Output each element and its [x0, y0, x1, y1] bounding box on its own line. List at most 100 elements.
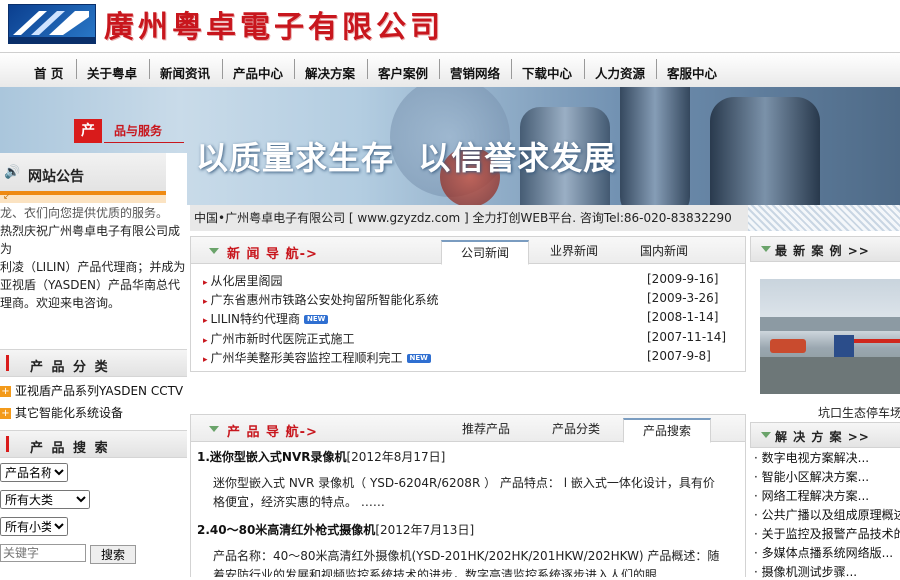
nav-products[interactable]: 产品中心 — [233, 63, 283, 82]
nav-separator — [584, 59, 585, 79]
categories-title: 产 品 分 类 — [30, 360, 110, 375]
tab-industry-news[interactable]: 业界新闻 — [531, 240, 617, 262]
nav-cases[interactable]: 客户案例 — [378, 63, 428, 82]
arrow-icon: ↙ — [3, 192, 11, 202]
product-description: 产品名称：40～80米高清红外摄像机(YSD-201HK/202HK/201HK… — [213, 549, 720, 577]
news-item[interactable]: ▸ 广州华美整形美容监控工程顺利完工 NEW — [203, 349, 431, 366]
nav-home[interactable]: 首 页 — [34, 63, 63, 82]
product-name[interactable]: 2.40～80米高清红外枪式摄像机 — [197, 523, 375, 537]
section-badge: 产 — [74, 119, 102, 143]
keyword-input[interactable] — [0, 544, 86, 562]
case-photo[interactable] — [760, 279, 900, 394]
search-button[interactable]: 搜索 — [90, 545, 136, 564]
nav-separator — [656, 59, 657, 79]
notice-header: 🔊 网站公告 — [0, 153, 166, 195]
news-item[interactable]: ▸ 从化居里阁园 — [203, 272, 283, 289]
news-item-title[interactable]: 从化居里阁园 — [211, 274, 283, 288]
speaker-icon: 🔊 — [4, 165, 21, 180]
category-label[interactable]: 其它智能化系统设备 — [15, 406, 123, 420]
solution-label[interactable]: 网络工程解决方案... — [762, 489, 869, 503]
notice-divider: ↙ — [0, 192, 166, 203]
solution-item[interactable]: · 智能小区解决方案... — [754, 468, 869, 485]
category-item[interactable]: + 其它智能化系统设备 — [0, 404, 123, 421]
small-class-select[interactable]: 所有小类 — [0, 517, 68, 536]
nav-separator — [511, 59, 512, 79]
solution-item[interactable]: · 摄像机测试步骤... — [754, 563, 857, 580]
products-title: 产 品 导 航-> — [227, 425, 318, 440]
news-item-title[interactable]: 广东省惠州市铁路公安处拘留所智能化系统 — [211, 293, 439, 307]
nav-separator — [294, 59, 295, 79]
photo-booth — [834, 335, 854, 357]
solution-item[interactable]: · 公共广播以及组成原理概述 — [754, 506, 900, 523]
cases-title: 最 新 案 例 >> — [775, 244, 870, 258]
solution-label[interactable]: 智能小区解决方案... — [762, 470, 869, 484]
product-item-title[interactable]: 1.迷你型嵌入式NVR录像机[2012年8月17日] — [197, 448, 445, 465]
notice-line: 利凌（LILIN）产品代理商；并成为 — [0, 260, 186, 274]
solution-label[interactable]: 多媒体点播系统网络版... — [762, 546, 893, 560]
tab-recommended[interactable]: 推荐产品 — [443, 418, 529, 440]
triangle-icon — [761, 246, 771, 252]
news-item-title[interactable]: 广州华美整形美容监控工程顺利完工 — [211, 351, 403, 365]
header-bar-icon — [6, 436, 9, 452]
category-label[interactable]: 亚视盾产品系列YASDEN CCTV — [15, 384, 183, 398]
news-title: 新 闻 导 航-> — [227, 247, 318, 262]
search-header: 产 品 搜 索 — [0, 430, 187, 458]
solution-label[interactable]: 数字电视方案解决... — [762, 451, 869, 465]
solution-item[interactable]: · 多媒体点播系统网络版... — [754, 544, 893, 561]
news-date: [2009-9-16] — [647, 272, 719, 286]
notice-line: 理商。欢迎来电咨询。 — [0, 296, 121, 310]
big-class-select[interactable]: 所有大类 — [0, 490, 90, 509]
company-name: 廣州粵卓電子有限公司 — [104, 10, 444, 45]
nav-separator — [367, 59, 368, 79]
product-name[interactable]: 1.迷你型嵌入式NVR录像机 — [197, 450, 346, 464]
tab-product-search[interactable]: 产品搜索 — [623, 418, 711, 443]
nav-about[interactable]: 关于粤卓 — [87, 63, 137, 82]
tab-domestic-news[interactable]: 国内新闻 — [621, 240, 707, 262]
solution-item[interactable]: · 网络工程解决方案... — [754, 487, 869, 504]
case-caption[interactable]: 坑口生态停车场 — [818, 404, 900, 421]
header-bar-icon — [6, 355, 9, 371]
solution-item[interactable]: · 关于监控及报警产品技术的 — [754, 525, 900, 542]
nav-downloads[interactable]: 下载中心 — [522, 63, 572, 82]
solution-label[interactable]: 公共广播以及组成原理概述 — [762, 508, 900, 522]
nav-separator — [439, 59, 440, 79]
news-panel-header: 新 闻 导 航-> 公司新闻 业界新闻 国内新闻 — [191, 237, 745, 265]
plus-icon: + — [0, 386, 11, 397]
news-item[interactable]: ▸ 广州市新时代医院正式施工 — [203, 330, 355, 347]
nav-news[interactable]: 新闻资讯 — [160, 63, 210, 82]
news-item-title[interactable]: 广州市新时代医院正式施工 — [211, 332, 355, 346]
solutions-header: 解 决 方 案 >> — [750, 422, 900, 448]
category-item[interactable]: + 亚视盾产品系列YASDEN CCTV — [0, 382, 183, 399]
product-date: [2012年8月17日] — [346, 450, 446, 464]
news-item[interactable]: ▸ LILIN特约代理商 NEW — [203, 310, 329, 327]
news-date: [2008-1-14] — [647, 310, 719, 324]
section-label: 品与服务 — [114, 124, 163, 138]
news-date: [2007-9-8] — [647, 349, 711, 363]
nav-hr[interactable]: 人力资源 — [595, 63, 645, 82]
nav-separator — [222, 59, 223, 79]
triangle-icon — [209, 426, 219, 432]
photo-ground — [760, 357, 900, 394]
news-item[interactable]: ▸ 广东省惠州市铁路公安处拘留所智能化系统 — [203, 291, 439, 308]
news-item-title[interactable]: LILIN特约代理商 — [211, 312, 300, 326]
stripe-decor — [748, 205, 900, 231]
company-logo[interactable] — [8, 4, 96, 44]
product-item-title[interactable]: 2.40～80米高清红外枪式摄像机[2012年7月13日] — [197, 521, 474, 538]
tab-company-news[interactable]: 公司新闻 — [441, 240, 529, 265]
nav-service[interactable]: 客服中心 — [667, 63, 717, 82]
search-field-select[interactable]: 产品名称 — [0, 463, 68, 482]
search-title: 产 品 搜 索 — [30, 441, 110, 456]
info-bar: 中国•广州粤卓电子有限公司 [ www.gzyzdz.com ] 全力打创WEB… — [190, 205, 750, 231]
notice-line: 亚视盾（YASDEN）产品华南总代 — [0, 278, 181, 292]
tab-product-categories[interactable]: 产品分类 — [533, 418, 619, 440]
section-underline — [104, 142, 184, 143]
banner-slogan: 以质量求生存 以信誉求发展 — [196, 139, 617, 177]
news-panel: 新 闻 导 航-> 公司新闻 业界新闻 国内新闻 ▸ 从化居里阁园 [2009-9… — [190, 236, 746, 372]
solution-label[interactable]: 关于监控及报警产品技术的 — [762, 527, 900, 541]
photo-barrier — [854, 339, 900, 343]
solution-label[interactable]: 摄像机测试步骤... — [762, 565, 857, 579]
nav-solutions[interactable]: 解决方案 — [305, 63, 355, 82]
solution-item[interactable]: · 数字电视方案解决... — [754, 449, 869, 466]
nav-marketing[interactable]: 营销网络 — [450, 63, 500, 82]
product-date: [2012年7月13日] — [375, 523, 475, 537]
